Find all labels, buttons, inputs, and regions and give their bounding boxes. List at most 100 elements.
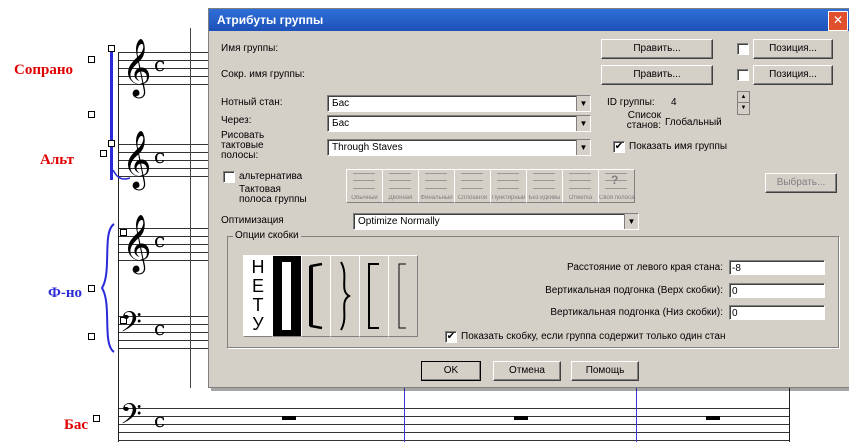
group-id-label: ID группы: (607, 97, 655, 108)
barline-tool-caption: Без идкивы (528, 195, 561, 201)
chevron-down-icon[interactable]: ▼ (576, 116, 590, 131)
handle[interactable] (108, 45, 115, 52)
dialog-titlebar[interactable]: Атрибуты группы ✕ (209, 9, 849, 31)
show-group-name-label: Показать имя группы (629, 141, 728, 152)
thin-bracket-icon (398, 263, 406, 329)
chevron-down-icon[interactable]: ▼ (576, 140, 590, 155)
staff-select[interactable]: Бас ▼ (327, 95, 591, 112)
part-name-soprano[interactable]: Сопрано (14, 62, 73, 79)
show-group-name-checkbox[interactable]: ✔ (613, 141, 625, 153)
optimize-select[interactable]: Optimize Normally ▼ (353, 213, 639, 230)
choir-bracket[interactable] (110, 50, 113, 180)
short-name-position-checkbox[interactable] (737, 69, 749, 81)
cancel-button[interactable]: Отмена (493, 361, 561, 381)
whole-rest[interactable] (706, 416, 720, 420)
measure-line (190, 28, 191, 388)
barline-tool-tick[interactable]: Отметка (562, 169, 599, 203)
bracket-thin-option[interactable] (388, 255, 418, 337)
staff-label: Нотный стан: (221, 97, 283, 108)
handle[interactable] (88, 111, 95, 118)
bass-clef-icon: 𝄢 (120, 306, 142, 346)
part-name-alto[interactable]: Альт (40, 152, 74, 169)
help-button[interactable]: Помощь (571, 361, 639, 381)
barline-tool-none[interactable]: Без идкивы (526, 169, 563, 203)
group-id-spinner[interactable]: ▲ ▼ (737, 91, 750, 115)
none-letter: Т (252, 295, 264, 315)
bracket-square-option[interactable] (359, 255, 389, 337)
spin-up-icon[interactable]: ▲ (738, 92, 749, 103)
treble-clef-icon: 𝄞 (122, 38, 152, 96)
handle[interactable] (88, 285, 95, 292)
barline-tool-solid[interactable]: Сплошной (454, 169, 491, 203)
group-name-position-checkbox[interactable] (737, 43, 749, 55)
bracket-options-title: Опции скобки (233, 230, 301, 241)
barline-tool-normal[interactable]: Обычный (346, 169, 383, 203)
barline-tool-custom[interactable]: ? Своя полоса (598, 169, 635, 203)
bracket-brace-option[interactable] (330, 255, 360, 337)
barline-tool-double[interactable]: Двойная (382, 169, 419, 203)
vertical-bottom-label: Вертикальная подгонка (Низ скобки): (550, 307, 723, 318)
draw-barlines-select-value: Through Staves (332, 142, 403, 153)
bass-clef-icon: 𝄢 (120, 398, 142, 438)
whole-rest[interactable] (514, 416, 528, 420)
barline-tool-final[interactable]: Финальный (418, 169, 455, 203)
handle[interactable] (88, 56, 95, 63)
barline-tool-caption: Финальный (420, 195, 453, 201)
handle[interactable] (108, 140, 115, 147)
barline-tool-caption: Отметка (568, 195, 593, 201)
alternative-label: альтернатива (239, 171, 303, 182)
brace-icon (340, 261, 351, 331)
handle[interactable] (93, 415, 100, 422)
spin-down-icon[interactable]: ▼ (738, 103, 749, 113)
barline-tool-caption: Своя полоса (599, 195, 634, 201)
part-name-bass[interactable]: Бас (64, 417, 88, 434)
alternative-checkbox[interactable] (223, 171, 235, 183)
optimize-select-value: Optimize Normally (358, 216, 440, 227)
edit-group-name-button[interactable]: Править... (601, 39, 713, 59)
square-bracket-icon (368, 263, 379, 329)
close-icon[interactable]: ✕ (828, 11, 848, 31)
handle[interactable] (100, 150, 107, 157)
select-barline-button[interactable]: Выбрать... (765, 173, 837, 193)
chevron-down-icon[interactable]: ▼ (624, 214, 638, 229)
show-single-staff-bracket-checkbox[interactable]: ✔ (445, 331, 457, 343)
group-name-position-button[interactable]: Позиция... (753, 39, 833, 59)
none-letter: Н (251, 257, 265, 277)
handle[interactable] (88, 333, 95, 340)
through-select[interactable]: Бас ▼ (327, 115, 591, 132)
vertical-bottom-input[interactable]: 0 (729, 305, 825, 320)
piano-brace-icon[interactable] (100, 222, 116, 354)
optimize-label: Оптимизация (221, 215, 284, 226)
distance-input[interactable]: -8 (729, 260, 825, 275)
time-signature: c (154, 316, 166, 340)
short-name-position-button[interactable]: Позиция... (753, 65, 833, 85)
time-signature: c (154, 408, 166, 432)
none-letter: Е (251, 276, 264, 296)
chevron-down-icon[interactable]: ▼ (576, 96, 590, 111)
staff-list-value: Глобальный (665, 117, 722, 128)
distance-label: Расстояние от левого края стана: (566, 262, 723, 273)
group-id-value: 4 (671, 97, 677, 108)
bracket-hooks-option[interactable] (301, 255, 331, 337)
whole-rest[interactable] (282, 416, 296, 420)
bracket-none-option[interactable]: Н Е Т У (243, 255, 273, 337)
draw-barlines-label: Рисовать тактовые полосы: (221, 131, 264, 161)
vertical-top-label: Вертикальная подгонка (Верх скобки): (545, 285, 723, 296)
staff-list-label-line2: станов: (626, 120, 661, 131)
measure-barline (789, 386, 790, 442)
measure-barline (636, 386, 637, 442)
vertical-top-input[interactable]: 0 (729, 283, 825, 298)
bracket-thick-option[interactable] (272, 255, 302, 337)
draw-barlines-select[interactable]: Through Staves ▼ (327, 139, 591, 156)
ok-button[interactable]: OK (421, 361, 481, 381)
short-name-label: Сокр. имя группы: (221, 69, 305, 80)
hook-bracket-icon (309, 262, 323, 330)
group-barline-label: Тактовая полоса группы (239, 185, 307, 205)
time-signature: c (154, 228, 166, 252)
barline-tool-caption: Двойная (388, 195, 413, 201)
barline-tool-dashed[interactable]: Пунктирный (490, 169, 527, 203)
part-name-piano[interactable]: Ф-но (48, 285, 82, 302)
group-barline-label-line2: полоса группы (239, 194, 307, 205)
time-signature: c (154, 144, 166, 168)
edit-short-name-button[interactable]: Править... (601, 65, 713, 85)
